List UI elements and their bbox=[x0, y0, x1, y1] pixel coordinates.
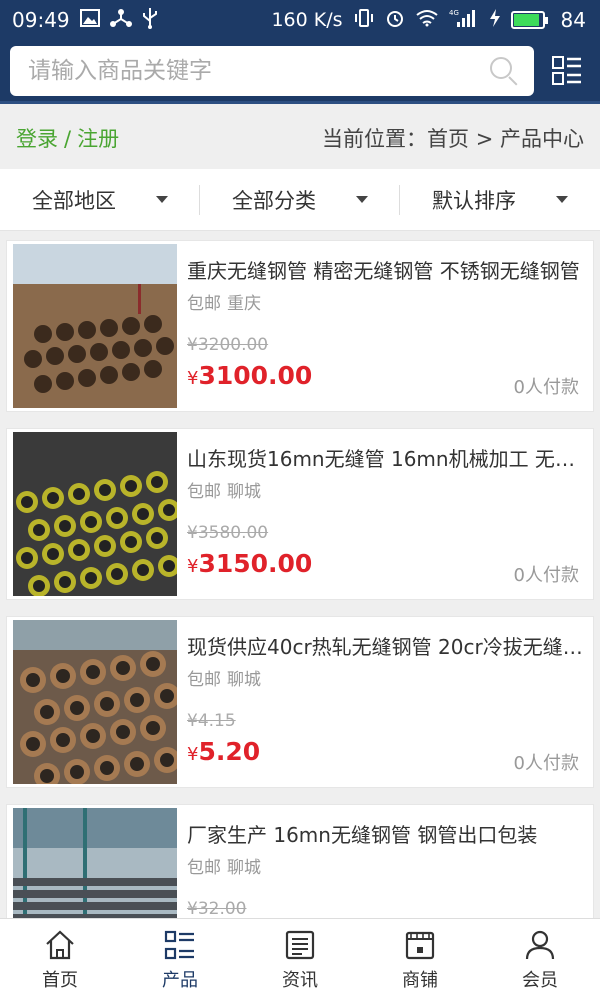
tab-label: 商铺 bbox=[402, 969, 438, 991]
image-icon bbox=[79, 9, 100, 31]
product-grid-icon bbox=[164, 930, 194, 959]
filter-region[interactable]: 全部地区 bbox=[0, 169, 200, 230]
product-title[interactable]: 现货供应40cr热轧无缝钢管 20cr冷拔无缝钢管 bbox=[187, 631, 583, 660]
filter-label: 全部地区 bbox=[32, 188, 116, 213]
product-meta: 包邮 聊城 bbox=[187, 853, 261, 878]
product-location: 重庆 bbox=[227, 294, 261, 314]
current-price: ¥5.20 bbox=[187, 737, 261, 766]
shop-icon bbox=[405, 931, 435, 959]
caret-down-icon bbox=[556, 196, 568, 203]
product-card[interactable]: 重庆无缝钢管 精密无缝钢管 不锈钢无缝钢管 包邮 重庆 ¥3200.00 ¥310… bbox=[6, 240, 594, 412]
network-type: 4G bbox=[449, 9, 459, 17]
tab-label: 产品 bbox=[162, 969, 198, 991]
battery-percent: 84 bbox=[560, 8, 586, 32]
current-price: ¥3100.00 bbox=[187, 361, 313, 390]
filter-category[interactable]: 全部分类 bbox=[200, 169, 400, 230]
product-card[interactable]: 山东现货16mn无缝管 16mn机械加工 无缝管 包邮 聊城 ¥3580.00 ¥… bbox=[6, 428, 594, 600]
wifi-icon bbox=[415, 9, 439, 31]
list-menu-icon bbox=[552, 55, 581, 85]
product-location: 聊城 bbox=[227, 482, 261, 502]
tab-products[interactable]: 产品 bbox=[120, 919, 240, 1000]
charging-icon bbox=[489, 8, 501, 32]
link-separator: / bbox=[64, 127, 72, 151]
battery-icon bbox=[510, 11, 548, 29]
product-meta: 包邮 聊城 bbox=[187, 477, 261, 502]
breadcrumb: 当前位置：首页 > 产品中心 bbox=[322, 127, 584, 151]
login-register-links: 登录 / 注册 bbox=[16, 123, 119, 153]
signal-icon: 4G bbox=[449, 8, 479, 32]
shipping-tag: 包邮 bbox=[187, 670, 221, 690]
status-right: 160 K/s 4G 84 bbox=[271, 8, 586, 32]
status-time: 09:49 bbox=[12, 8, 70, 32]
usb-icon bbox=[142, 7, 158, 33]
product-meta: 包邮 聊城 bbox=[187, 665, 261, 690]
search-input[interactable] bbox=[28, 57, 488, 84]
filter-sort[interactable]: 默认排序 bbox=[400, 169, 600, 230]
original-price: ¥3200.00 bbox=[187, 335, 269, 355]
battery-level bbox=[513, 14, 539, 26]
user-icon bbox=[525, 930, 555, 959]
bottom-tab-bar: 首页 产品 资讯 商铺 会员 bbox=[0, 918, 600, 1000]
product-location: 聊城 bbox=[227, 670, 261, 690]
shipping-tag: 包邮 bbox=[187, 858, 221, 878]
product-image[interactable] bbox=[13, 244, 177, 408]
news-icon bbox=[285, 930, 315, 959]
login-link[interactable]: 登录 bbox=[16, 127, 58, 151]
shipping-tag: 包邮 bbox=[187, 482, 221, 502]
filter-bar: 全部地区 全部分类 默认排序 bbox=[0, 169, 600, 231]
status-left: 09:49 bbox=[12, 7, 158, 33]
original-price: ¥3580.00 bbox=[187, 523, 269, 543]
search-icon[interactable] bbox=[488, 55, 520, 87]
register-link[interactable]: 注册 bbox=[77, 127, 119, 151]
product-image[interactable] bbox=[13, 432, 177, 596]
original-price: ¥32.00 bbox=[187, 899, 247, 919]
sold-count: 0人付款 bbox=[513, 753, 579, 774]
tab-member[interactable]: 会员 bbox=[480, 919, 600, 1000]
caret-down-icon bbox=[356, 196, 368, 203]
share-icon bbox=[109, 8, 132, 32]
caret-down-icon bbox=[156, 196, 168, 203]
product-title[interactable]: 山东现货16mn无缝管 16mn机械加工 无缝管 bbox=[187, 443, 583, 472]
product-title[interactable]: 重庆无缝钢管 精密无缝钢管 不锈钢无缝钢管 bbox=[187, 255, 583, 284]
sold-count: 0人付款 bbox=[513, 565, 579, 586]
product-meta: 包邮 重庆 bbox=[187, 289, 261, 314]
tab-home[interactable]: 首页 bbox=[0, 919, 120, 1000]
tab-label: 首页 bbox=[42, 969, 78, 991]
status-bar: 09:49 160 K/s 4G 84 bbox=[0, 0, 600, 40]
filter-label: 默认排序 bbox=[432, 188, 516, 213]
tab-news[interactable]: 资讯 bbox=[240, 919, 360, 1000]
product-card[interactable]: 现货供应40cr热轧无缝钢管 20cr冷拔无缝钢管 包邮 聊城 ¥4.15 ¥5.… bbox=[6, 616, 594, 788]
product-image[interactable] bbox=[13, 620, 177, 784]
tab-shop[interactable]: 商铺 bbox=[360, 919, 480, 1000]
tab-label: 资讯 bbox=[282, 969, 318, 991]
alarm-icon bbox=[385, 8, 405, 32]
category-menu-button[interactable] bbox=[552, 55, 582, 86]
filter-label: 全部分类 bbox=[232, 188, 316, 213]
search-box[interactable] bbox=[10, 45, 534, 96]
home-icon bbox=[46, 930, 74, 959]
product-title[interactable]: 厂家生产 16mn无缝钢管 钢管出口包装 bbox=[187, 819, 583, 848]
network-speed: 160 K/s bbox=[271, 9, 343, 31]
vibrate-icon bbox=[353, 8, 375, 32]
search-header bbox=[0, 40, 600, 104]
product-location: 聊城 bbox=[227, 858, 261, 878]
current-price: ¥3150.00 bbox=[187, 549, 313, 578]
breadcrumb-bar: 登录 / 注册 当前位置：首页 > 产品中心 bbox=[0, 107, 600, 169]
tab-label: 会员 bbox=[522, 969, 558, 991]
sold-count: 0人付款 bbox=[513, 377, 579, 398]
original-price: ¥4.15 bbox=[187, 711, 236, 731]
shipping-tag: 包邮 bbox=[187, 294, 221, 314]
